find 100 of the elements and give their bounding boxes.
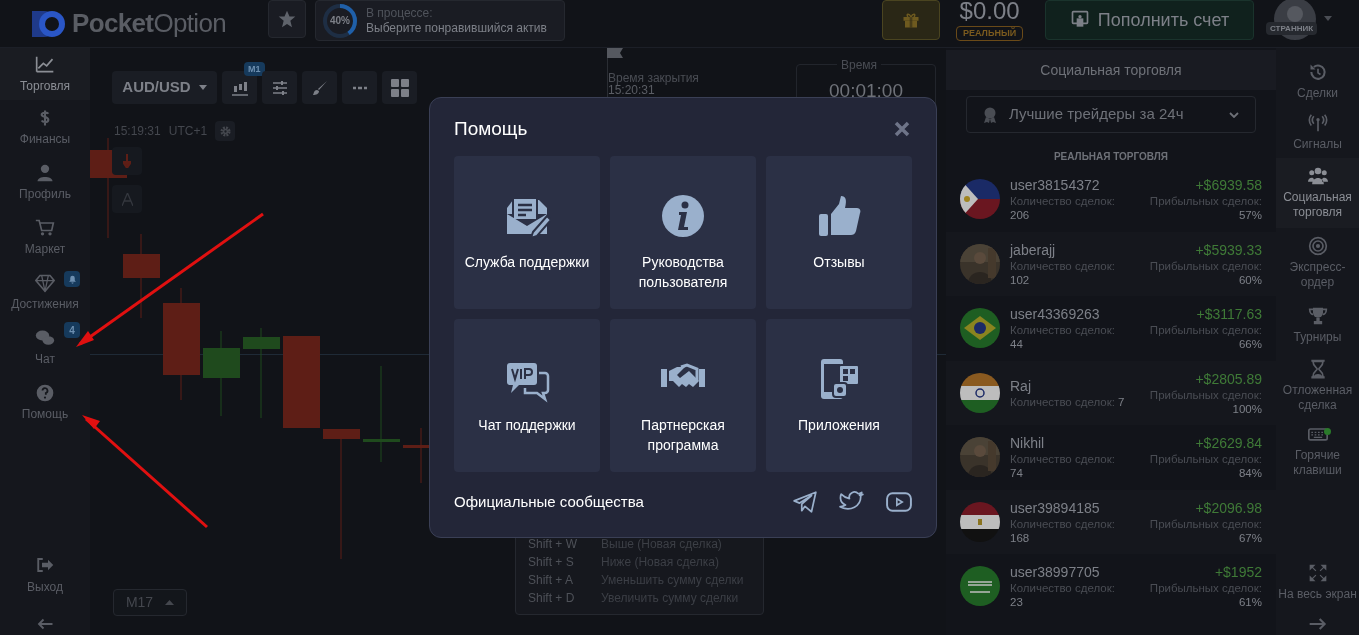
flag-icon — [960, 308, 1000, 349]
letter-a-icon — [121, 192, 133, 206]
help-tile[interactable]: Служба поддержки — [454, 156, 600, 309]
nav-item[interactable]: Сигналы — [1276, 106, 1359, 158]
deposit-button[interactable]: Пополнить счет — [1045, 0, 1254, 40]
trader-name: user38997705 — [1010, 563, 1101, 582]
caret-down-icon — [198, 85, 207, 90]
nav-item[interactable]: Маркет — [0, 210, 90, 265]
help-tile[interactable]: Отзывы — [766, 156, 912, 309]
target-icon — [1307, 236, 1328, 256]
count-badge: 4 — [64, 322, 80, 338]
nav-item[interactable]: Социальная торговля — [1276, 158, 1359, 228]
trader-profit: +$3117.63 — [1196, 305, 1262, 324]
trophy-icon — [1307, 306, 1328, 326]
drawing-button[interactable] — [302, 71, 337, 104]
nav-item[interactable]: Чат 4 — [0, 320, 90, 375]
youtube-link[interactable] — [886, 489, 912, 515]
nav-item[interactable]: Достижения — [0, 265, 90, 320]
nav-item[interactable]: Финансы — [0, 100, 90, 155]
trader-profit: +$2805.89 — [1195, 369, 1262, 388]
nav-label: Профиль — [19, 187, 71, 202]
flag-icon — [960, 501, 1000, 542]
asset-dropdown[interactable]: AUD/USD — [112, 71, 217, 104]
hotkey-keys: Shift + W — [528, 537, 601, 551]
settings-icon — [219, 125, 231, 137]
exit-icon — [36, 556, 54, 574]
win-label: Прибыльных сделок: — [1149, 581, 1262, 596]
chart-settings-button[interactable] — [215, 121, 236, 141]
nav-item[interactable]: Сделки — [1276, 56, 1359, 106]
progress-text: Выберите понравившийся актив — [366, 20, 547, 36]
wallet-icon — [1069, 10, 1090, 30]
progress-card[interactable]: 40% В процессе: Выберите понравившийся актив — [315, 0, 565, 41]
win-rate: 66% — [1238, 337, 1262, 352]
nav-label: Помощь — [21, 407, 69, 422]
balance-amount: $0.00 — [959, 0, 1020, 26]
filter-dropdown[interactable]: Лучшие трейдеры за 24ч — [966, 96, 1256, 133]
help-tile[interactable]: Чат поддержки — [454, 319, 600, 472]
nav-label: Экспресс-ордер — [1288, 260, 1347, 290]
flag-icon — [960, 372, 1000, 413]
close-button[interactable] — [892, 119, 912, 139]
star-icon — [277, 9, 297, 29]
sliders-icon — [271, 80, 288, 95]
nav-item[interactable]: Профиль — [0, 155, 90, 210]
nav-item[interactable]: На весь экран — [1276, 551, 1359, 613]
info-icon — [659, 192, 707, 240]
fullscreen-icon — [1307, 562, 1328, 583]
nav-label: Торговля — [19, 78, 71, 94]
footer-text: Официальные сообщества — [454, 491, 644, 512]
win-label: Прибыльных сделок: — [1149, 194, 1262, 209]
trader-profit: +$5939.33 — [1195, 240, 1262, 259]
flag-icon — [960, 566, 1000, 607]
telegram-link[interactable] — [792, 489, 818, 515]
trader-profit: +$1952 — [1214, 563, 1262, 582]
cart-icon — [35, 218, 55, 238]
progress-label: В процессе: — [366, 5, 434, 21]
account-badge: РЕАЛЬНЫЙ — [956, 26, 1024, 41]
nav-label: Социальная торговля — [1282, 190, 1353, 220]
nav-label: Чат — [35, 352, 55, 367]
trader-profit: +$2629.84 — [1195, 434, 1262, 453]
close-time-label: Время закрытия — [608, 70, 699, 86]
nav-label: Сигналы — [1293, 136, 1342, 152]
diamond-icon — [35, 273, 55, 293]
nav-item[interactable]: Экспресс-ордер — [1276, 228, 1359, 298]
chart-type-button[interactable] — [222, 71, 257, 104]
antenna-icon — [1307, 112, 1328, 133]
trader-name: Nikhil — [1010, 434, 1046, 453]
win-rate: 61% — [1238, 595, 1262, 610]
brush-icon — [311, 79, 328, 96]
dialog-title: Помощь — [454, 116, 528, 141]
deal-count: Количество сделок: 74 — [1010, 452, 1116, 481]
logo-text: PocketOption — [72, 7, 227, 40]
trader-profit: +$2096.98 — [1195, 498, 1262, 517]
nav-label: Достижения — [11, 297, 79, 312]
trader-name: user43369263 — [1010, 305, 1101, 324]
trader-name: user39894185 — [1010, 498, 1101, 517]
gift-icon — [902, 11, 920, 29]
nav-item[interactable]: Торговля — [0, 48, 90, 100]
grid-icon — [390, 78, 409, 97]
chart-icon — [35, 54, 55, 75]
indicators-button[interactable] — [262, 71, 297, 104]
nav-item[interactable]: Горячие клавиши — [1276, 418, 1359, 483]
nav-item[interactable]: Помощь — [0, 375, 90, 430]
hotkey-keys: Shift + A — [528, 573, 601, 587]
nav-label: Сделки — [1297, 85, 1338, 101]
nav-item[interactable]: Турниры — [1276, 298, 1359, 353]
help-tile[interactable]: Руководства пользователя — [610, 156, 756, 309]
deal-count: Количество сделок: 44 — [1010, 323, 1116, 352]
win-label: Прибыльных сделок: — [1149, 452, 1262, 467]
help-tile[interactable]: Партнерская программа — [610, 319, 756, 472]
nav-label: Выход — [27, 579, 63, 596]
nav-item[interactable]: Отложенная сделка — [1276, 353, 1359, 418]
caret-down-icon — [1324, 16, 1332, 21]
favorite-button[interactable] — [268, 0, 306, 38]
gift-button[interactable] — [882, 0, 940, 40]
arrow-down-icon — [123, 154, 131, 168]
layout-button[interactable] — [382, 71, 417, 104]
help-tile[interactable]: Приложения — [766, 319, 912, 472]
close-icon — [894, 121, 910, 137]
users-icon — [1307, 166, 1328, 186]
logout-button[interactable]: Выход — [0, 551, 90, 601]
